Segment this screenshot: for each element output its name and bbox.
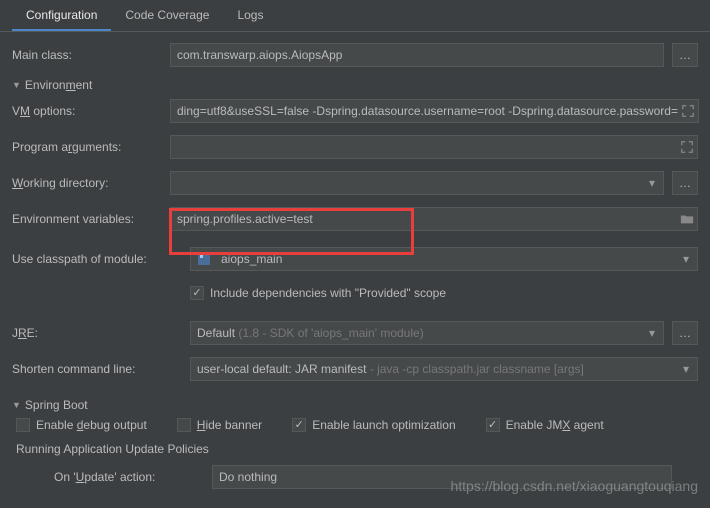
classpath-label: Use classpath of module: [12,252,182,266]
browse-jre-button[interactable]: … [672,321,698,345]
on-update-label: On 'Update' action: [54,470,204,484]
checkbox-checked-icon [486,418,500,432]
tabs-bar: Configuration Code Coverage Logs [0,0,710,32]
program-arguments-label: Program arguments: [12,140,162,154]
chevron-down-icon: ▾ [683,248,691,270]
hide-banner-checkbox[interactable]: Hide banner [177,418,262,432]
checkbox-icon [16,418,30,432]
tab-code-coverage[interactable]: Code Coverage [111,0,223,31]
collapse-icon: ▼ [12,400,21,410]
section-spring-boot[interactable]: ▼ Spring Boot [12,398,698,412]
checkbox-icon [177,418,191,432]
browse-working-dir-button[interactable]: … [672,171,698,195]
tab-logs[interactable]: Logs [223,0,277,31]
module-icon [197,252,211,266]
program-arguments-field[interactable] [170,135,698,159]
chevron-down-icon: ▾ [683,358,691,380]
enable-jmx-checkbox[interactable]: Enable JMX agent [486,418,604,432]
folder-icon[interactable] [680,212,694,226]
checkbox-checked-icon [190,286,204,300]
include-provided-checkbox[interactable]: Include dependencies with "Provided" sco… [190,286,446,300]
env-vars-label: Environment variables: [12,212,162,226]
tab-configuration[interactable]: Configuration [12,0,111,31]
ellipsis-icon: … [679,326,691,340]
ellipsis-icon: … [679,176,691,190]
jre-combo[interactable]: Default (1.8 - SDK of 'aiops_main' modul… [190,321,664,345]
enable-launch-opt-checkbox[interactable]: Enable launch optimization [292,418,455,432]
expand-icon[interactable] [681,104,695,118]
checkbox-checked-icon [292,418,306,432]
env-vars-field[interactable]: spring.profiles.active=test [170,207,698,231]
ellipsis-icon: … [679,48,691,62]
classpath-module-combo[interactable]: aiops_main ▾ [190,247,698,271]
browse-main-class-button[interactable]: … [672,43,698,67]
expand-icon[interactable] [680,140,694,154]
on-update-combo[interactable]: Do nothing [212,465,672,489]
update-policies-header: Running Application Update Policies [16,442,698,456]
collapse-icon: ▼ [12,80,21,90]
vm-options-field[interactable]: ding=utf8&useSSL=false -Dspring.datasour… [170,99,699,123]
section-environment[interactable]: ▼ Environment [12,78,698,92]
main-class-field[interactable]: com.transwarp.aiops.AiopsApp [170,43,664,67]
working-directory-label: Working directory: [12,176,162,190]
vm-options-label: VM options: [12,104,162,118]
shorten-label: Shorten command line: [12,362,182,376]
chevron-down-icon: ▾ [649,322,657,344]
jre-label: JRE: [12,326,182,340]
main-class-label: Main class: [12,48,162,62]
working-directory-field[interactable]: ▾ [170,171,664,195]
enable-debug-checkbox[interactable]: Enable debug output [16,418,147,432]
chevron-down-icon: ▾ [649,172,657,194]
shorten-combo[interactable]: user-local default: JAR manifest - java … [190,357,698,381]
